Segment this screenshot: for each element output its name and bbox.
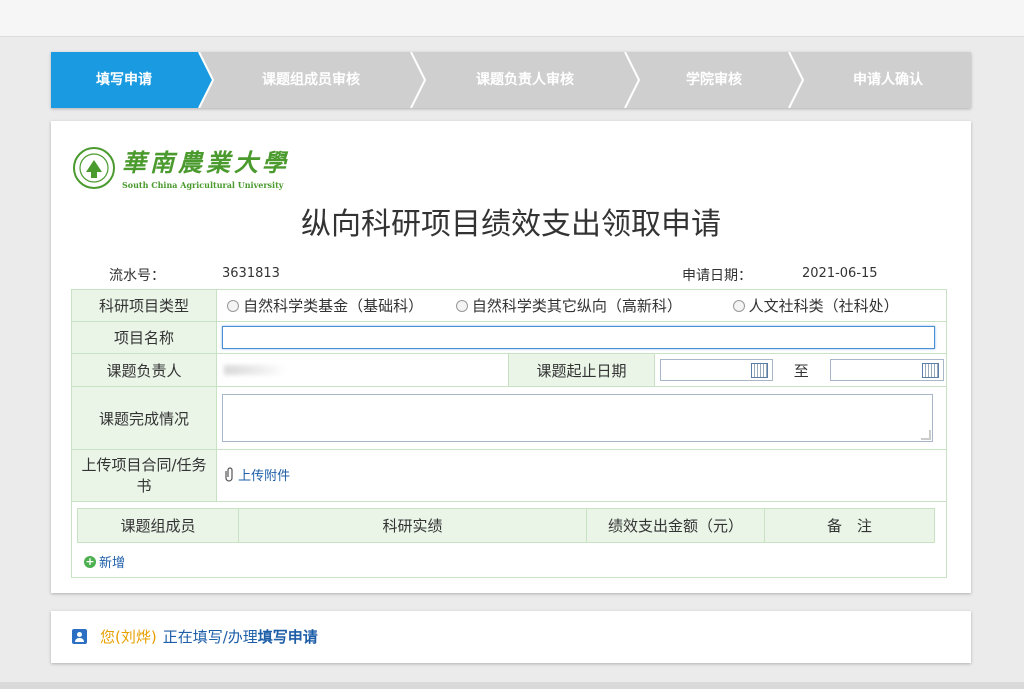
browser-bottom-bar	[0, 682, 1024, 689]
calendar-icon[interactable]	[921, 363, 939, 378]
col-achievement: 科研实绩	[238, 508, 587, 543]
period-to-label: 至	[793, 361, 809, 380]
logo-english-name: South China Agricultural University	[122, 180, 284, 190]
radio-natural-science-other[interactable]: 自然科学类其它纵向（高新科）	[455, 295, 682, 316]
apply-date-value: 2021-06-15	[802, 266, 878, 281]
upload-attachment-link[interactable]: 上传附件	[222, 465, 290, 484]
logo-chinese-name: 華南農業大學	[122, 148, 290, 177]
university-seal-icon	[73, 147, 115, 189]
completion-label: 课题完成情况	[70, 386, 218, 450]
paperclip-icon	[225, 467, 233, 482]
start-date-input[interactable]	[659, 359, 773, 381]
radio-circle-icon[interactable]	[227, 299, 240, 312]
step-applicant-confirm: 申请人确认	[853, 72, 923, 88]
project-period-label: 课题起止日期	[508, 353, 655, 387]
col-amount: 绩效支出金额（元）	[586, 508, 765, 543]
step-fill-application: 填写申请	[51, 52, 197, 108]
calendar-icon[interactable]	[750, 363, 768, 378]
step-arrow-icon	[624, 52, 641, 108]
university-logo: 華南農業大學 South China Agricultural Universi…	[72, 143, 292, 193]
radio-circle-icon[interactable]	[455, 299, 468, 312]
current-user: 您(刘烨)	[100, 628, 157, 646]
application-form-card: 華南農業大學 South China Agricultural Universi…	[51, 121, 971, 593]
workflow-steps: 填写申请 课题组成员审核 课题负责人审核 学院审核 申请人确认	[51, 52, 971, 108]
members-table: 课题组成员 科研实绩 绩效支出金额（元） 备 注	[77, 508, 935, 543]
project-name-input[interactable]	[222, 326, 936, 349]
col-remark: 备 注	[764, 508, 935, 543]
completion-textarea[interactable]	[222, 394, 934, 442]
application-form-table: 科研项目类型 自然科学类基金（基础科） 自然科学类其它纵向（高新科） 人文社科类…	[70, 289, 948, 578]
apply-date-label: 申请日期：	[682, 268, 752, 284]
step-arrow-icon	[788, 52, 805, 108]
page-title: 纵向科研项目绩效支出领取申请	[301, 207, 721, 242]
current-action: 填写申请	[257, 628, 318, 646]
project-type-label: 科研项目类型	[70, 289, 218, 322]
step-leader-review: 课题负责人审核	[476, 72, 574, 88]
project-name-label: 项目名称	[70, 321, 218, 354]
status-text: 您(刘烨) 正在填写/办理填写申请	[100, 626, 318, 647]
resize-grip-icon[interactable]	[921, 430, 932, 440]
radio-natural-science-fund[interactable]: 自然科学类基金（基础科）	[227, 295, 423, 316]
step-arrow-icon	[410, 52, 427, 108]
radio-humanities-social[interactable]: 人文社科类（社科处）	[732, 295, 899, 316]
project-leader-label: 课题负责人	[70, 353, 218, 387]
end-date-input[interactable]	[829, 359, 944, 381]
status-bar: 您(刘烨) 正在填写/办理填写申请	[51, 611, 971, 663]
user-icon	[72, 629, 87, 644]
serial-value: 3631813	[222, 266, 280, 281]
leader-name-redacted	[224, 365, 287, 375]
status-description: 正在填写/办理	[162, 628, 258, 646]
col-member: 课题组成员	[77, 508, 239, 543]
radio-circle-icon[interactable]	[732, 299, 745, 312]
plus-circle-icon[interactable]: +	[84, 555, 96, 568]
step-college-review: 学院审核	[686, 72, 742, 88]
upload-contract-label: 上传项目合同/任务书	[70, 449, 218, 502]
browser-top-bar	[0, 0, 1024, 37]
add-member-button[interactable]: + 新增	[84, 552, 946, 571]
step-member-review: 课题组成员审核	[262, 72, 360, 88]
serial-label: 流水号：	[109, 268, 165, 284]
